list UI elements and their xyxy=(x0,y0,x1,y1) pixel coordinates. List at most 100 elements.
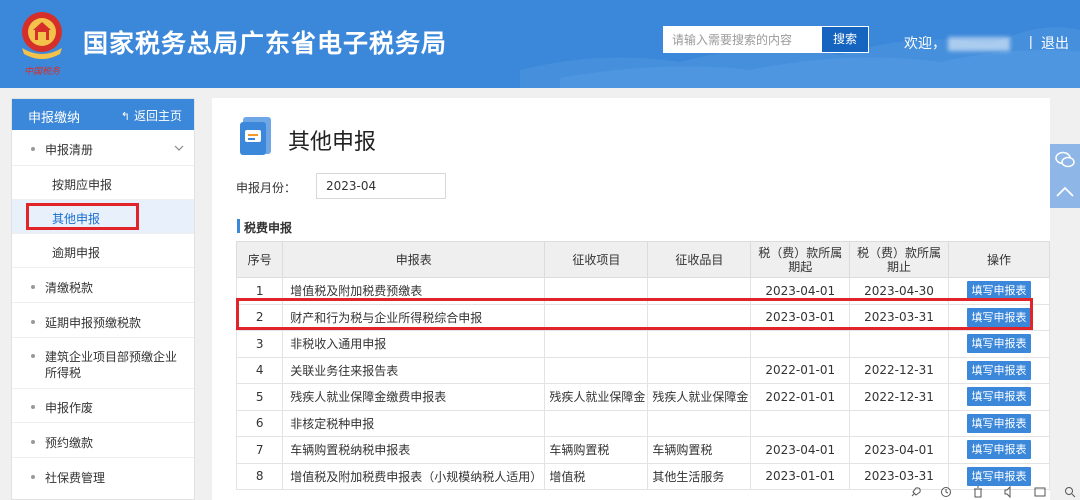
logout-link[interactable]: 退出 xyxy=(1041,33,1069,53)
search-box: 搜索 xyxy=(663,26,869,53)
table-row: 6 非核定税种申报 填写申报表 xyxy=(235,409,1051,437)
cell-action: 填写申报表 xyxy=(947,330,1051,358)
back-arrow-icon: ↰ xyxy=(120,110,130,123)
sidebar-item-label: 建筑企业项目部预缴企业 xyxy=(45,350,178,364)
fill-form-button[interactable]: 填写申报表 xyxy=(966,413,1031,433)
month-label: 申报月份： xyxy=(236,181,297,195)
cell-no: 3 xyxy=(235,330,284,358)
bullet-icon xyxy=(31,285,35,289)
bottom-toolbar xyxy=(900,484,1080,500)
cell-subitem xyxy=(647,409,752,437)
sidebar-item-appointment[interactable]: 预约缴款 xyxy=(12,434,194,454)
col-header-no: 序号 xyxy=(235,241,284,278)
cell-form-name: 关联业务往来报告表 xyxy=(282,356,546,384)
cell-form-name: 非核定税种申报 xyxy=(282,409,546,437)
back-home-label: 返回主页 xyxy=(133,109,182,123)
sidebar-item-filing-list[interactable]: 申报清册 xyxy=(12,141,194,161)
table-header-row: 序号 申报表 征收项目 征收品目 税（费）款所属期起 税（费）款所属期止 操作 xyxy=(235,241,1051,278)
highlight-box-sidebar xyxy=(26,203,139,230)
sidebar: 申报缴纳 ↰ 返回主页 申报清册 按期应申报 其他申报 逾期申报 清缴税款 延期申… xyxy=(11,98,195,500)
highlight-box-row xyxy=(236,298,1033,330)
scroll-top-button[interactable] xyxy=(1050,176,1080,208)
table-row: 5 残疾人就业保障金缴费申报表 残疾人就业保障金 残疾人就业保障金 2022-01-01… xyxy=(235,383,1051,411)
cell-start xyxy=(750,330,851,358)
sidebar-subitem-label: 按期应申报 xyxy=(52,178,113,192)
sidebar-item-deferred[interactable]: 延期申报预缴税款 xyxy=(12,314,194,334)
sidebar-title: 申报缴纳 xyxy=(28,111,81,126)
cell-item: 残疾人就业保障金 xyxy=(544,383,649,411)
sidebar-item-label: 社保费管理 xyxy=(45,471,106,485)
main-panel: 其他申报 申报月份： 2023-04 税费申报 序号 申报表 征收项目 征收品目… xyxy=(212,98,1051,500)
fill-form-button[interactable]: 填写申报表 xyxy=(966,466,1031,486)
cell-start: 2023-04-01 xyxy=(750,436,851,464)
section-title: 税费申报 xyxy=(244,221,293,235)
sidebar-item-void[interactable]: 申报作废 xyxy=(12,399,194,419)
table-row: 4 关联业务往来报告表 2022-01-01 2022-12-31 填写申报表 xyxy=(235,356,1051,384)
welcome-label: 欢迎， xyxy=(904,36,946,52)
cell-action: 填写申报表 xyxy=(947,436,1051,464)
bullet-icon xyxy=(31,440,35,444)
chat-button[interactable] xyxy=(1050,144,1080,176)
cell-start: 2023-01-01 xyxy=(750,462,851,490)
search-button[interactable]: 搜索 xyxy=(822,27,868,52)
month-field[interactable]: 2023-04 xyxy=(316,173,446,199)
rocket-icon[interactable] xyxy=(910,486,922,498)
bullet-icon xyxy=(31,147,35,151)
search-icon[interactable] xyxy=(1064,486,1076,498)
scroll-top-icon xyxy=(1056,186,1074,197)
cell-item xyxy=(544,409,649,437)
search-input[interactable] xyxy=(664,27,822,52)
sidebar-item-label: 清缴税款 xyxy=(45,281,94,295)
col-header-action: 操作 xyxy=(947,241,1051,278)
speaker-icon[interactable] xyxy=(1003,486,1015,498)
cell-no: 7 xyxy=(235,436,284,464)
bullet-icon xyxy=(31,405,35,409)
col-header-end: 税（费）款所属期止 xyxy=(849,241,949,278)
table-row: 7 车辆购置税纳税申报表 车辆购置税 车辆购置税 2023-04-01 2023-04-0… xyxy=(235,436,1051,464)
sidebar-subitem-periodic[interactable]: 按期应申报 xyxy=(12,165,194,199)
cell-item xyxy=(544,356,649,384)
fill-form-button[interactable]: 填写申报表 xyxy=(966,334,1031,354)
cell-item: 增值税 xyxy=(544,462,649,490)
sidebar-item-clear-tax[interactable]: 清缴税款 xyxy=(12,279,194,299)
cell-end xyxy=(849,409,949,437)
sidebar-subitem-overdue[interactable]: 逾期申报 xyxy=(12,233,194,267)
cell-no: 5 xyxy=(235,383,284,411)
cell-end: 2023-04-01 xyxy=(849,436,949,464)
bullet-icon xyxy=(31,354,35,358)
cell-item: 车辆购置税 xyxy=(544,436,649,464)
sidebar-item-social-security[interactable]: 社保费管理 xyxy=(12,469,194,489)
cell-action: 填写申报表 xyxy=(947,383,1051,411)
sidebar-item-construction[interactable]: 建筑企业项目部预缴企业 所得税 xyxy=(12,348,194,382)
welcome-text: 欢迎， xyxy=(904,33,1010,53)
cell-start: 2022-01-01 xyxy=(750,356,851,384)
divider xyxy=(12,302,194,303)
top-banner: 中国税务 国家税务总局广东省电子税务局 搜索 欢迎， | 退出 xyxy=(0,0,1080,88)
bullet-icon xyxy=(31,475,35,479)
sidebar-item-label: 预约缴款 xyxy=(45,436,94,450)
table-row: 3 非税收入通用申报 填写申报表 xyxy=(235,330,1051,358)
cell-no: 8 xyxy=(235,462,284,490)
section-marker xyxy=(237,219,240,233)
site-title: 国家税务总局广东省电子税务局 xyxy=(83,29,448,58)
cell-end: 2022-12-31 xyxy=(849,356,949,384)
notebook-icon xyxy=(240,117,271,155)
fill-form-button[interactable]: 填写申报表 xyxy=(966,440,1031,460)
divider xyxy=(12,267,194,268)
cell-action: 填写申报表 xyxy=(947,409,1051,437)
col-header-form: 申报表 xyxy=(282,241,546,278)
refresh-icon[interactable] xyxy=(940,486,952,498)
header-separator: | xyxy=(1029,33,1033,49)
sidebar-item-label-line2: 所得税 xyxy=(45,366,82,380)
sidebar-item-label: 延期申报预缴税款 xyxy=(45,316,142,330)
trash-icon[interactable] xyxy=(972,486,984,498)
fill-form-button[interactable]: 填写申报表 xyxy=(966,360,1031,380)
fill-form-button[interactable]: 填写申报表 xyxy=(966,387,1031,407)
chevron-down-icon xyxy=(174,145,184,151)
window-icon[interactable] xyxy=(1034,486,1046,498)
username-redacted xyxy=(948,37,1010,51)
divider xyxy=(12,457,194,458)
sidebar-subitem-label: 逾期申报 xyxy=(52,246,101,260)
back-home-link[interactable]: ↰ 返回主页 xyxy=(121,107,182,124)
cell-subitem xyxy=(647,356,752,384)
